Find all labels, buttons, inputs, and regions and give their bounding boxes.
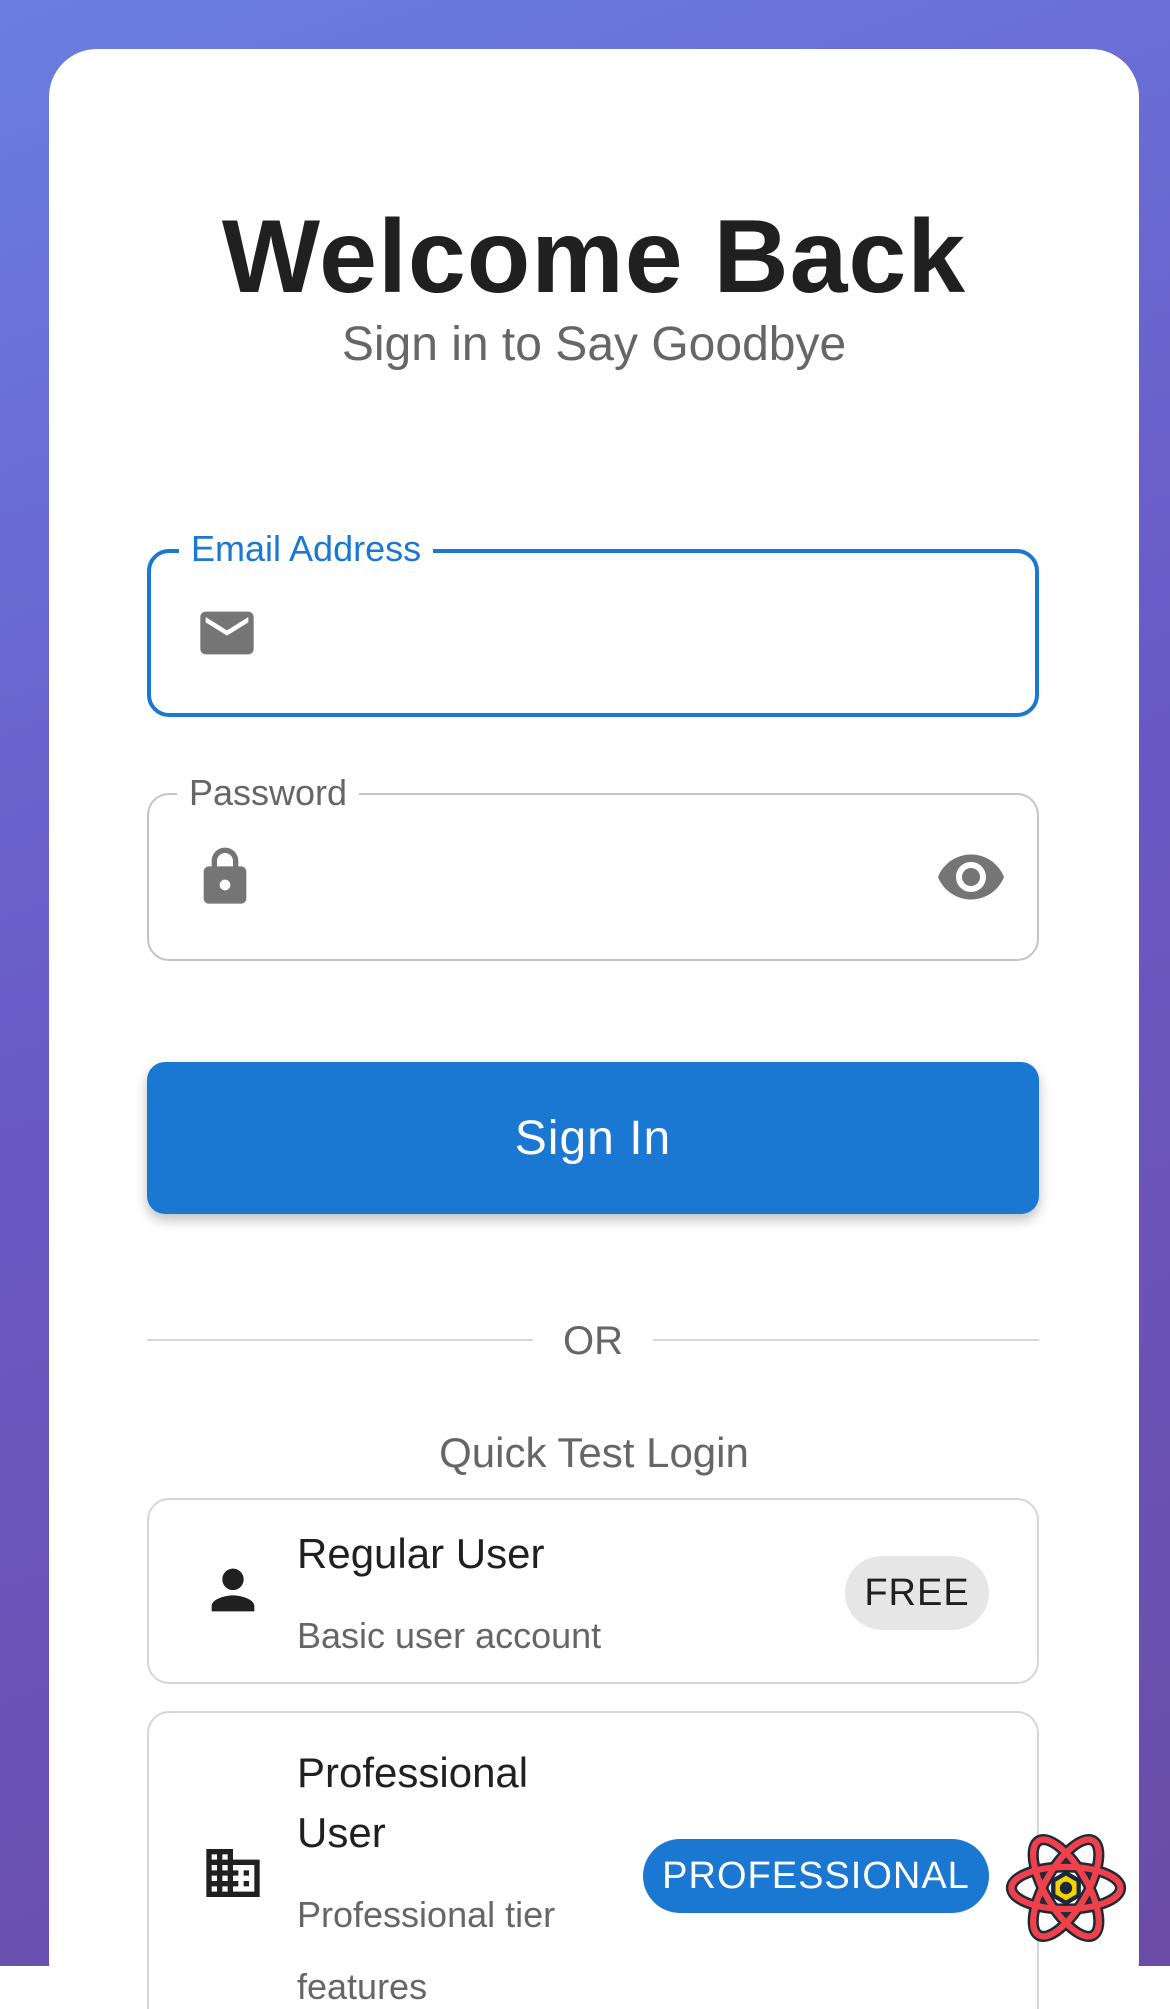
password-input[interactable]	[279, 835, 917, 917]
sign-in-button[interactable]: Sign In	[147, 1062, 1039, 1214]
login-card: Welcome Back Sign in to Say Goodbye Emai…	[49, 49, 1139, 2009]
email-field[interactable]: Email Address	[147, 525, 1039, 717]
email-input[interactable]	[281, 593, 915, 675]
divider-line-right	[653, 1339, 1039, 1341]
user-description: Professional tier features	[297, 1894, 556, 2007]
mail-icon	[200, 611, 254, 655]
divider-text: OR	[563, 1319, 623, 1363]
react-devtools-icon[interactable]	[1004, 1826, 1128, 1950]
email-field-label: Email Address	[179, 525, 434, 573]
quick-login-regular-user[interactable]: Regular User Basic user account FREE	[147, 1498, 1039, 1684]
tier-badge: FREE	[845, 1556, 989, 1630]
quick-login-title: Quick Test Login	[439, 1429, 749, 1476]
or-divider: OR	[147, 1311, 1039, 1371]
password-field[interactable]: Password	[147, 769, 1039, 961]
quick-login-professional-user[interactable]: Professional User Professional tier feat…	[147, 1711, 1039, 2009]
page-title: Welcome Back	[221, 199, 967, 315]
page-subtitle: Sign in to Say Goodbye	[341, 318, 847, 371]
building-icon	[206, 1849, 260, 1897]
eye-icon[interactable]	[935, 841, 1007, 913]
user-description: Basic user account	[297, 1615, 602, 1656]
password-field-label: Password	[177, 769, 360, 817]
user-name: Professional User	[297, 1749, 529, 1856]
lock-icon	[203, 847, 247, 904]
user-name: Regular User	[297, 1530, 545, 1577]
tier-badge: PROFESSIONAL	[643, 1839, 989, 1913]
person-icon	[211, 1568, 255, 1612]
